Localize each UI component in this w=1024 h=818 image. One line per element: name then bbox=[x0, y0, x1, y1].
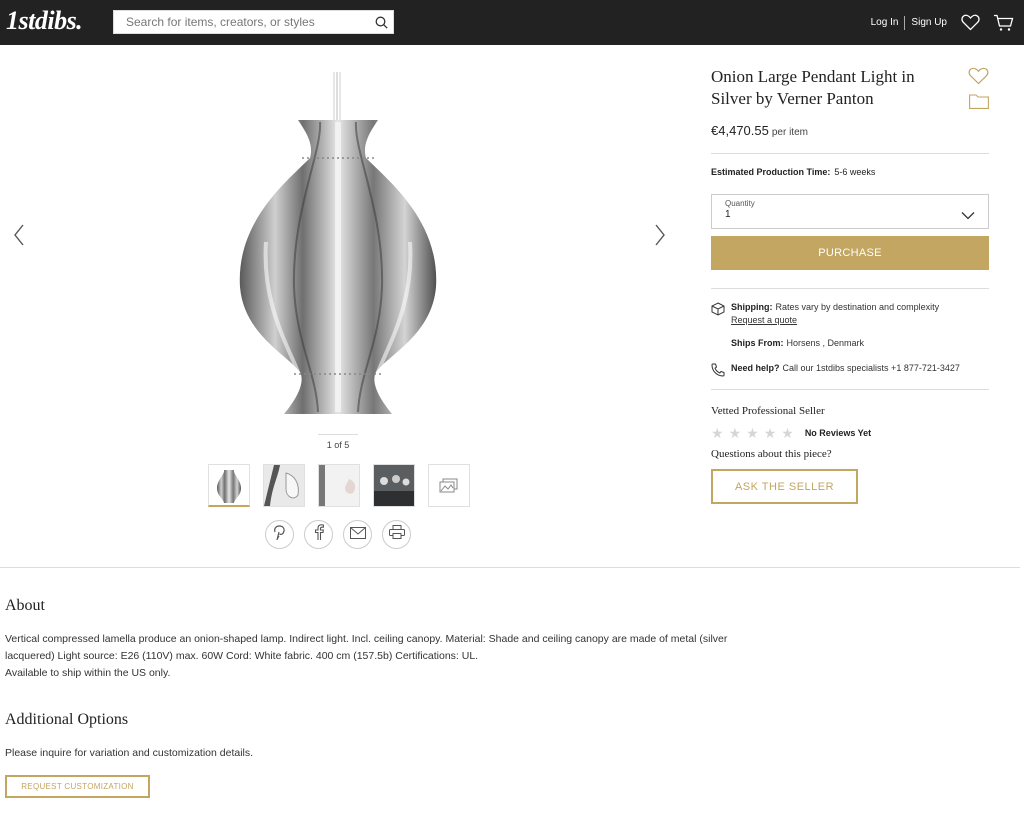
login-link[interactable]: Log In bbox=[871, 17, 899, 28]
production-time: Estimated Production Time: 5-6 weeks bbox=[711, 167, 875, 177]
about-line: Vertical compressed lamella produce an o… bbox=[5, 633, 728, 645]
image-counter: 1 of 5 bbox=[326, 440, 350, 450]
next-image-arrow[interactable] bbox=[652, 222, 668, 248]
request-customization-button[interactable]: REQUEST CUSTOMIZATION bbox=[5, 775, 150, 798]
ships-from-value: Horsens , Denmark bbox=[786, 338, 865, 348]
price-value: €4,470.55 bbox=[711, 123, 769, 138]
quantity-select[interactable]: Quantity 1 bbox=[711, 194, 989, 229]
request-quote-link[interactable]: Request a quote bbox=[731, 315, 939, 325]
quantity-value: 1 bbox=[725, 209, 731, 220]
signup-link[interactable]: Sign Up bbox=[911, 17, 947, 28]
share-buttons bbox=[265, 520, 411, 549]
divider bbox=[711, 288, 989, 289]
folder-icon[interactable] bbox=[969, 94, 989, 114]
cart-icon[interactable] bbox=[993, 14, 1014, 32]
help-info: Need help? Call our 1stdibs specialists +… bbox=[711, 363, 960, 379]
box-icon bbox=[711, 302, 731, 325]
about-description: Vertical compressed lamella produce an o… bbox=[5, 631, 727, 682]
thumbnail-3[interactable] bbox=[318, 464, 360, 507]
search-input[interactable] bbox=[114, 11, 369, 33]
shipping-label: Shipping: bbox=[731, 302, 773, 312]
about-line: Available to ship within the US only. bbox=[5, 667, 171, 679]
facebook-share-button[interactable] bbox=[304, 520, 333, 549]
production-time-value: 5-6 weeks bbox=[834, 167, 876, 177]
product-main-image[interactable] bbox=[236, 72, 440, 418]
print-share-button[interactable] bbox=[382, 520, 411, 549]
shipping-info: Shipping: Rates vary by destination and c… bbox=[711, 302, 939, 325]
star-icon: ★ bbox=[711, 425, 724, 441]
star-icon: ★ bbox=[763, 425, 777, 441]
search-bar bbox=[113, 10, 394, 34]
thumbnail-1[interactable] bbox=[208, 464, 250, 507]
thumbnail-strip bbox=[208, 464, 470, 507]
heart-icon[interactable] bbox=[961, 14, 980, 31]
top-header: 1stdibs. Log In Sign Up bbox=[0, 0, 1024, 45]
production-time-label: Estimated Production Time: bbox=[711, 167, 831, 177]
quantity-label: Quantity bbox=[725, 199, 755, 208]
star-icon: ★ bbox=[746, 425, 759, 441]
additional-options-text: Please inquire for variation and customi… bbox=[5, 747, 254, 759]
price: €4,470.55 per item bbox=[711, 123, 808, 138]
header-actions: Log In Sign Up bbox=[871, 0, 1014, 45]
email-share-button[interactable] bbox=[343, 520, 372, 549]
previous-image-arrow[interactable] bbox=[11, 222, 27, 248]
counter-divider bbox=[318, 434, 358, 435]
ships-from-info: Ships From: Horsens , Denmark bbox=[711, 338, 864, 348]
ships-from-label: Ships From: bbox=[731, 338, 784, 348]
thumbnail-2[interactable] bbox=[263, 464, 305, 507]
about-line: lacquered) Light source: E26 (110V) max.… bbox=[5, 650, 479, 662]
print-icon bbox=[388, 525, 405, 544]
divider bbox=[711, 153, 989, 154]
price-unit: per item bbox=[771, 127, 808, 138]
help-value[interactable]: Call our 1stdibs specialists +1 877-721-… bbox=[783, 363, 960, 373]
facebook-icon bbox=[314, 524, 324, 545]
purchase-button[interactable]: PURCHASE bbox=[711, 236, 989, 270]
star-icon: ★ bbox=[781, 425, 794, 441]
help-label: Need help? bbox=[731, 363, 780, 373]
pinterest-share-button[interactable] bbox=[265, 520, 294, 549]
additional-options-heading: Additional Options bbox=[5, 711, 129, 728]
favorite-heart-icon[interactable] bbox=[968, 67, 989, 90]
product-title: Onion Large Pendant Light in Silver by V… bbox=[711, 67, 915, 108]
vetted-seller-label: Vetted Professional Seller bbox=[711, 405, 825, 417]
pinterest-icon bbox=[273, 524, 286, 545]
header-divider bbox=[904, 15, 906, 30]
star-icon: ★ bbox=[728, 425, 742, 441]
seller-rating: ★ ★ ★ ★ ★ No Reviews Yet bbox=[711, 426, 871, 440]
about-heading: About bbox=[5, 597, 45, 614]
section-divider bbox=[0, 567, 1020, 568]
reviews-count: No Reviews Yet bbox=[804, 428, 872, 438]
divider bbox=[711, 389, 989, 390]
chevron-down-icon bbox=[961, 207, 975, 225]
email-icon bbox=[349, 526, 366, 544]
logo[interactable]: 1stdibs. bbox=[6, 6, 83, 36]
thumbnail-4[interactable] bbox=[373, 464, 415, 507]
ask-seller-button[interactable]: ASK THE SELLER bbox=[711, 469, 858, 504]
shipping-value: Rates vary by destination and complexity bbox=[775, 302, 940, 312]
more-images-thumbnail[interactable] bbox=[428, 464, 470, 507]
search-icon[interactable] bbox=[369, 11, 393, 33]
phone-icon bbox=[711, 363, 731, 379]
questions-heading: Questions about this piece? bbox=[711, 448, 832, 460]
